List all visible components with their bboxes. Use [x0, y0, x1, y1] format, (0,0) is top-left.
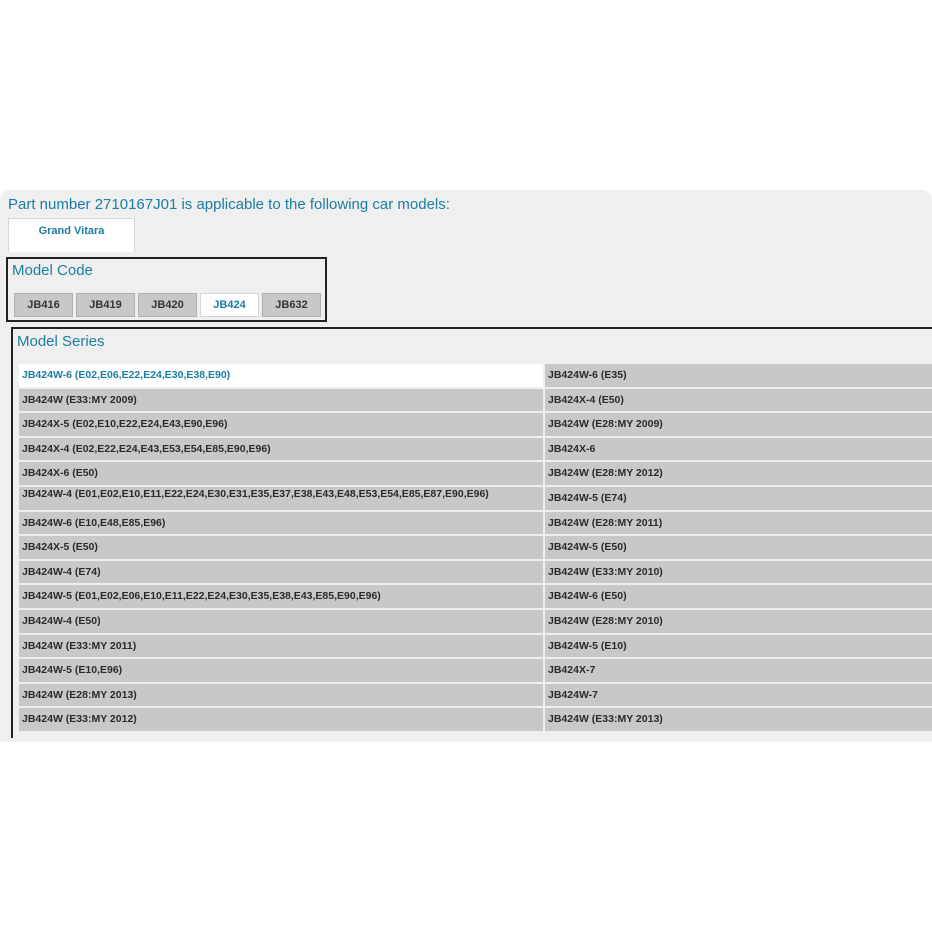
model-series-section: Model Series JB424W-6 (E02,E06,E22,E24,E… — [11, 327, 932, 738]
tab-model-code-jb420[interactable]: JB420 — [138, 293, 197, 317]
model-series-item[interactable]: JB424W-4 (E50) — [19, 609, 543, 635]
model-series-item[interactable]: JB424W-4 (E74) — [19, 560, 543, 586]
model-series-item[interactable]: JB424W (E28:MY 2013) — [19, 683, 543, 709]
model-series-item[interactable]: JB424W-5 (E01,E02,E06,E10,E11,E22,E24,E3… — [19, 585, 543, 610]
model-series-item[interactable]: JB424W-5 (E50) — [545, 536, 932, 561]
page-heading: Part number 2710167J01 is applicable to … — [8, 196, 450, 213]
model-series-item[interactable]: JB424W-6 (E50) — [545, 585, 932, 610]
model-series-item[interactable]: JB424W (E28:MY 2012) — [545, 462, 932, 487]
model-series-item[interactable]: JB424W (E33:MY 2011) — [19, 634, 543, 660]
model-series-grid: JB424W-6 (E02,E06,E22,E24,E30,E38,E90) JB… — [19, 364, 932, 733]
model-series-item[interactable]: JB424W (E28:MY 2010) — [545, 609, 932, 635]
model-series-item[interactable]: JB424W (E33:MY 2010) — [545, 560, 932, 586]
model-series-item[interactable]: JB424W-5 (E10,E96) — [19, 659, 543, 684]
model-series-item[interactable]: JB424X-6 — [545, 437, 932, 463]
model-series-item[interactable]: JB424W (E33:MY 2013) — [545, 708, 932, 733]
model-series-item[interactable]: JB424X-4 (E02,E22,E24,E43,E53,E54,E85,E9… — [19, 437, 543, 463]
model-series-item[interactable]: JB424X-5 (E02,E10,E22,E24,E43,E90,E96) — [19, 413, 543, 438]
model-series-item[interactable]: JB424X-5 (E50) — [19, 536, 543, 561]
model-series-item[interactable]: JB424W-4 (E01,E02,E10,E11,E22,E24,E30,E3… — [19, 486, 543, 512]
model-code-title: Model Code — [12, 262, 93, 279]
tab-model-code-jb419[interactable]: JB419 — [76, 293, 135, 317]
model-series-title: Model Series — [17, 333, 105, 350]
tab-car-model[interactable]: Grand Vitara — [8, 218, 135, 252]
model-series-item[interactable]: JB424W (E33:MY 2009) — [19, 388, 543, 414]
tab-model-code-jb632[interactable]: JB632 — [262, 293, 321, 317]
model-series-item[interactable]: JB424W-5 (E10) — [545, 634, 932, 660]
tab-model-code-jb424[interactable]: JB424 — [200, 293, 259, 317]
model-code-tabs: JB416 JB419 JB420 JB424 JB632 — [14, 293, 321, 317]
model-series-item[interactable]: JB424W (E28:MY 2009) — [545, 413, 932, 438]
model-series-item[interactable]: JB424X-7 — [545, 659, 932, 684]
model-series-item[interactable]: JB424W-6 (E02,E06,E22,E24,E30,E38,E90) — [19, 364, 543, 389]
model-code-section: Model Code JB416 JB419 JB420 JB424 JB632 — [6, 257, 327, 322]
model-series-item[interactable]: JB424X-4 (E50) — [545, 388, 932, 414]
tab-model-code-jb416[interactable]: JB416 — [14, 293, 73, 317]
model-series-item[interactable]: JB424W (E28:MY 2011) — [545, 511, 932, 537]
model-series-item[interactable]: JB424W-6 (E35) — [545, 364, 932, 389]
model-series-item[interactable]: JB424W (E33:MY 2012) — [19, 708, 543, 733]
model-series-item[interactable]: JB424W-6 (E10,E48,E85,E96) — [19, 511, 543, 537]
model-series-item[interactable]: JB424W-5 (E74) — [545, 486, 932, 512]
model-series-item[interactable]: JB424X-6 (E50) — [19, 462, 543, 487]
model-series-item[interactable]: JB424W-7 — [545, 683, 932, 709]
